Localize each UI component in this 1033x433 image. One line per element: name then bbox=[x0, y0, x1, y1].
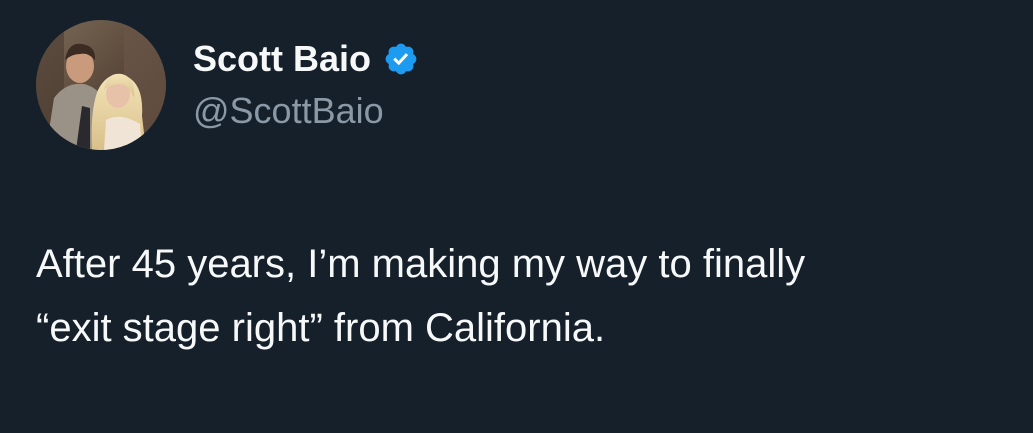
verified-badge-icon bbox=[383, 41, 419, 77]
tweet-text-line: “exit stage right” from California. bbox=[36, 306, 606, 350]
author-info: Scott Baio @ScottBaio bbox=[193, 36, 419, 134]
user-handle[interactable]: @ScottBaio bbox=[193, 88, 419, 134]
name-row: Scott Baio bbox=[193, 36, 419, 82]
profile-photo-image bbox=[36, 20, 166, 150]
avatar[interactable] bbox=[36, 20, 166, 150]
tweet-text-line: After 45 years, I’m making my way to fin… bbox=[36, 242, 806, 286]
display-name[interactable]: Scott Baio bbox=[193, 36, 371, 82]
tweet-text: After 45 years, I’m making my way to fin… bbox=[36, 232, 1026, 360]
tweet-card: Scott Baio @ScottBaio After 45 years, I’… bbox=[0, 0, 1033, 433]
